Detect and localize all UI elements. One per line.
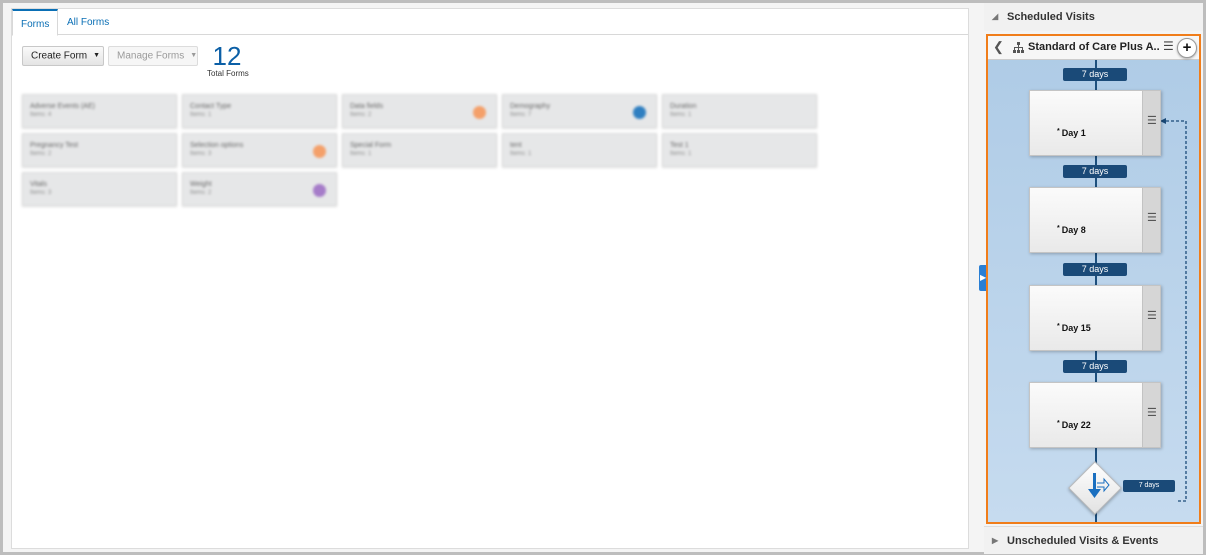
triangle-down-icon: ◢ (992, 12, 999, 21)
visit-card-handle[interactable]: ☰ (1142, 188, 1160, 252)
form-card-name: Contact Type (190, 103, 232, 110)
required-mark: * (1057, 323, 1060, 330)
hamburger-menu-icon: ☰ (1147, 310, 1157, 322)
visit-card-handle[interactable]: ☰ (1142, 91, 1160, 155)
form-card-name: tent (510, 142, 522, 149)
visit-label: * Day 1 (1057, 128, 1086, 138)
required-mark: * (1057, 128, 1060, 135)
interval-badge[interactable]: 7 days (1063, 165, 1127, 178)
unscheduled-visits-header[interactable]: ▶ Unscheduled Visits & Events (984, 526, 1203, 554)
visit-card-day-22[interactable]: * Day 22 ☰ (1029, 382, 1161, 448)
schedule-canvas: ❮ Standard of Care Plus A... ☰ + 7 days … (986, 34, 1201, 524)
form-card-meta: Items: 2 (350, 112, 372, 118)
visit-card-day-1[interactable]: * Day 1 ☰ (1029, 90, 1161, 156)
required-mark: * (1057, 225, 1060, 232)
form-card-name: Special Form (350, 142, 392, 149)
form-card[interactable]: Duration Items: 1 (662, 94, 817, 128)
hamburger-menu-icon: ☰ (1147, 407, 1157, 419)
form-card-name: Weight (190, 181, 212, 188)
form-card-name: Adverse Events (AE) (30, 103, 95, 110)
create-form-button[interactable]: Create Form ▼ (22, 46, 104, 66)
scheduled-visits-title: Scheduled Visits (1007, 11, 1095, 23)
form-card-meta: Items: 3 (190, 151, 212, 157)
form-card-meta: Items: 2 (190, 190, 212, 196)
visit-name: Day 1 (1061, 128, 1086, 138)
interval-badge[interactable]: 7 days (1063, 360, 1127, 373)
form-card-name: Pregnancy Test (30, 142, 79, 149)
visit-card-handle[interactable]: ☰ (1142, 286, 1160, 350)
visit-card-day-8[interactable]: * Day 8 ☰ (1029, 187, 1161, 253)
form-card[interactable]: Adverse Events (AE) Items: 4 (22, 94, 177, 128)
form-card[interactable]: Data fields Items: 2 (342, 94, 497, 128)
visit-name: Day 15 (1061, 323, 1091, 333)
form-card-meta: Items: 1 (510, 151, 532, 157)
visits-panel: ◢ Scheduled Visits ❮ Standard of Care Pl… (984, 3, 1203, 554)
tab-forms[interactable]: Forms (12, 9, 59, 36)
visit-card-day-15[interactable]: * Day 15 ☰ (1029, 285, 1161, 351)
status-dot-icon (313, 184, 326, 197)
form-card[interactable]: tent Items: 1 (502, 133, 657, 167)
form-card[interactable]: Test 1 Items: 1 (662, 133, 817, 167)
visit-name: Day 8 (1061, 225, 1086, 235)
form-card-meta: Items: 1 (190, 112, 212, 118)
form-card-meta: Items: 1 (670, 151, 692, 157)
total-forms-summary: 12 Total Forms (207, 41, 249, 78)
app-frame: Forms All Forms Create Form ▼ Manage Form… (3, 3, 1203, 554)
form-card-meta: Items: 2 (30, 151, 52, 157)
status-dot-icon (633, 106, 646, 119)
visit-label: * Day 8 (1057, 225, 1086, 235)
form-card[interactable]: Weight Items: 2 (182, 172, 337, 206)
form-card-meta: Items: 1 (670, 112, 692, 118)
form-card-meta: Items: 7 (510, 112, 532, 118)
interval-badge[interactable]: 7 days (1063, 263, 1127, 276)
form-card-name: Demography (510, 103, 551, 110)
form-card[interactable]: Demography Items: 7 (502, 94, 657, 128)
tab-all-forms[interactable]: All Forms (67, 17, 109, 28)
form-card[interactable]: Contact Type Items: 1 (182, 94, 337, 128)
form-card-name: Vitals (30, 181, 47, 188)
forms-panel: Forms All Forms Create Form ▼ Manage Form… (11, 8, 969, 549)
hamburger-menu-icon: ☰ (1147, 115, 1157, 127)
branch-node[interactable] (1068, 461, 1122, 515)
interval-badge[interactable]: 7 days (1063, 68, 1127, 81)
form-card-name: Test 1 (670, 142, 689, 149)
form-card[interactable]: Selection options Items: 3 (182, 133, 337, 167)
form-card-name: Selection options (190, 142, 244, 149)
required-mark: * (1057, 420, 1060, 427)
visit-label: * Day 22 (1057, 420, 1091, 430)
manage-forms-button[interactable]: Manage Forms ▼ (108, 46, 198, 66)
form-card[interactable]: Special Form Items: 1 (342, 133, 497, 167)
chevron-down-icon: ▼ (93, 52, 101, 59)
tab-bar: Forms All Forms (12, 9, 968, 36)
total-forms-label: Total Forms (207, 69, 249, 78)
loop-interval-badge[interactable]: 7 days (1123, 480, 1175, 492)
status-dot-icon (473, 106, 486, 119)
create-form-label: Create Form (31, 50, 88, 62)
form-card-meta: Items: 4 (30, 112, 52, 118)
total-forms-count: 12 (212, 41, 242, 71)
form-card[interactable]: Pregnancy Test Items: 2 (22, 133, 177, 167)
triangle-right-icon: ▶ (992, 536, 999, 545)
status-dot-icon (313, 145, 326, 158)
form-card-name: Data fields (350, 103, 384, 110)
branch-arrow-icon (1088, 473, 1110, 498)
visit-label: * Day 15 (1057, 323, 1091, 333)
hamburger-menu-icon: ☰ (1147, 212, 1157, 224)
unscheduled-visits-title: Unscheduled Visits & Events (1007, 535, 1159, 547)
form-card-name: Duration (670, 103, 697, 110)
scheduled-visits-header[interactable]: ◢ Scheduled Visits (984, 3, 1203, 31)
form-card-meta: Items: 1 (350, 151, 372, 157)
form-card-meta: Items: 3 (30, 190, 52, 196)
chevron-down-icon: ▼ (190, 52, 198, 59)
visit-card-handle[interactable]: ☰ (1142, 383, 1160, 447)
manage-forms-label: Manage Forms (117, 50, 185, 62)
form-card[interactable]: Vitals Items: 3 (22, 172, 177, 206)
visit-name: Day 22 (1061, 420, 1091, 430)
